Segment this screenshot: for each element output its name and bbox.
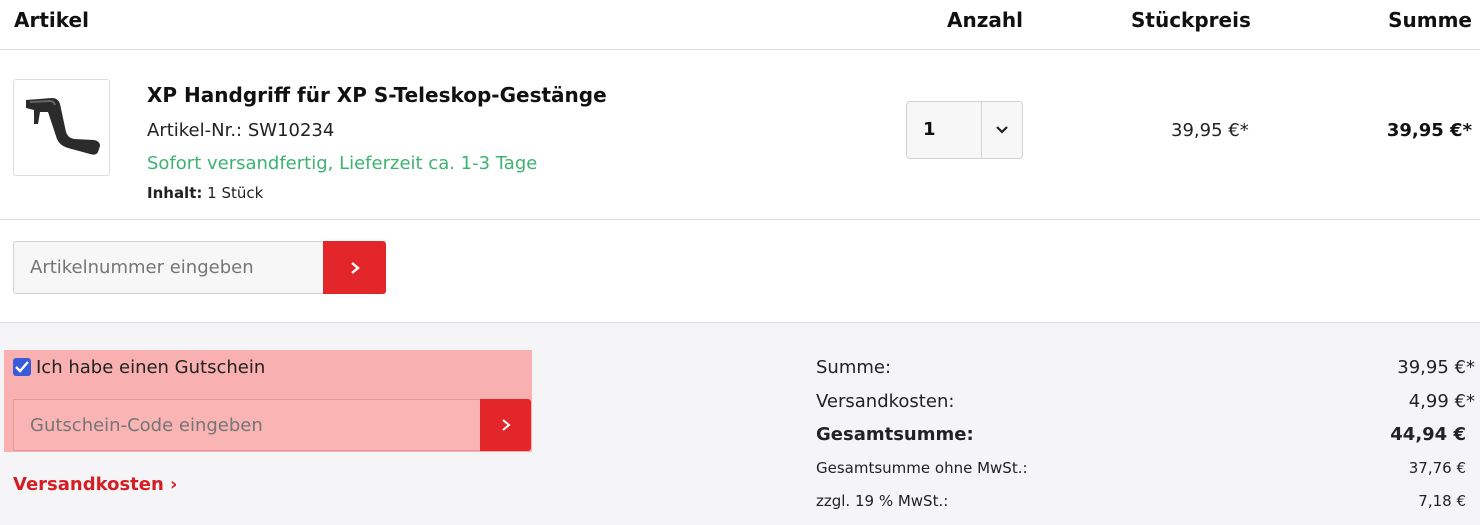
- cart-item-row: XP Handgriff für XP S-Teleskop-Gestänge …: [0, 50, 1480, 220]
- coupon-submit-button[interactable]: [480, 399, 531, 451]
- coupon-checkbox[interactable]: [13, 358, 31, 376]
- quantity-divider: [981, 102, 982, 158]
- column-header-summe: Summe: [1388, 8, 1472, 32]
- coupon-form: [13, 399, 531, 451]
- summary-value: 37,76 €: [1408, 459, 1466, 477]
- content-value: 1 Stück: [207, 184, 264, 202]
- add-product-button[interactable]: [323, 241, 386, 294]
- chevron-right-icon: [350, 261, 360, 274]
- add-product-form: [13, 241, 386, 294]
- summary-label: zzgl. 19 % MwSt.:: [816, 492, 949, 510]
- unit-price: 39,95 €*: [1171, 120, 1249, 141]
- check-icon: [15, 361, 29, 373]
- summary-label: Gesamtsumme ohne MwSt.:: [816, 459, 1028, 477]
- cart-footer: Ich habe einen Gutschein Versandkosten ›…: [0, 322, 1480, 525]
- article-number-input[interactable]: [13, 241, 324, 294]
- line-total: 39,95 €*: [1386, 120, 1472, 141]
- content-label: Inhalt:: [147, 184, 203, 202]
- product-content: Inhalt: 1 Stück: [147, 184, 263, 202]
- cart-table-header: Artikel Anzahl Stückpreis Summe: [0, 0, 1480, 50]
- column-header-anzahl: Anzahl: [947, 8, 1023, 32]
- handle-product-icon: [26, 98, 100, 155]
- product-image[interactable]: [13, 79, 110, 176]
- column-header-artikel: Artikel: [14, 8, 89, 32]
- product-number: Artikel-Nr.: SW10234: [147, 120, 335, 141]
- delivery-status: Sofort versandfertig, Lieferzeit ca. 1-3…: [147, 153, 538, 174]
- summary-value: 7,18 €: [1418, 492, 1466, 510]
- product-name[interactable]: XP Handgriff für XP S-Teleskop-Gestänge: [147, 83, 607, 107]
- quantity-value: 1: [923, 119, 936, 140]
- summary-label: Gesamtsumme:: [816, 424, 974, 445]
- summary-label: Summe:: [816, 357, 892, 378]
- summary-value: 4,99 €*: [1408, 391, 1475, 412]
- summary-label: Versandkosten:: [816, 391, 955, 412]
- shipping-costs-link[interactable]: Versandkosten ›: [13, 474, 177, 495]
- summary-value: 39,95 €*: [1397, 357, 1475, 378]
- quantity-select[interactable]: 1: [906, 101, 1023, 159]
- column-header-stueckpreis: Stückpreis: [1131, 8, 1251, 32]
- coupon-code-input[interactable]: [13, 399, 480, 451]
- coupon-checkbox-label[interactable]: Ich habe einen Gutschein: [36, 357, 265, 378]
- chevron-right-icon: [501, 419, 511, 431]
- chevron-down-icon[interactable]: [995, 122, 1009, 141]
- summary-value: 44,94 €: [1390, 424, 1466, 445]
